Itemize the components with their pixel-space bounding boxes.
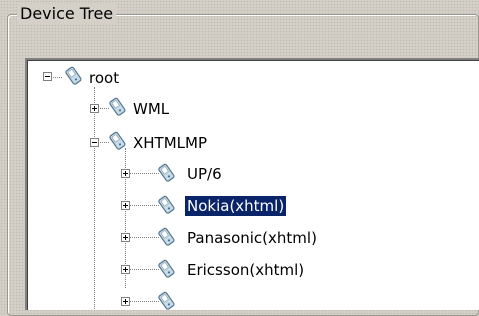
tree-node-label[interactable]: Panasonic(xhtml) xyxy=(185,228,319,248)
tree-line xyxy=(125,301,159,302)
tree-node-label[interactable]: WML xyxy=(131,99,171,119)
device-tree[interactable]: root WML XHTMLMP UP/6 Nokia(xhtml) Panas… xyxy=(25,58,479,310)
expand-toggle-icon[interactable] xyxy=(121,265,130,274)
collapse-toggle-icon[interactable] xyxy=(43,72,52,81)
expand-toggle-icon[interactable] xyxy=(121,169,130,178)
device-icon xyxy=(158,195,175,214)
device-icon xyxy=(158,227,175,246)
expand-toggle-icon[interactable] xyxy=(90,104,99,113)
expand-toggle-icon[interactable] xyxy=(121,201,130,210)
tree-node-label[interactable]: Ericsson(xhtml) xyxy=(185,260,306,280)
device-icon xyxy=(158,163,175,182)
device-icon xyxy=(158,291,175,310)
tree-line xyxy=(125,269,159,270)
tree-line xyxy=(94,87,95,310)
device-icon xyxy=(158,259,175,278)
tree-node-label-selected[interactable]: Nokia(xhtml) xyxy=(185,196,287,216)
tree-line xyxy=(125,205,159,206)
tree-node-label[interactable]: XHTMLMP xyxy=(131,133,209,153)
device-icon xyxy=(109,131,126,150)
tree-node-label[interactable]: UP/6 xyxy=(185,164,224,184)
expand-toggle-icon[interactable] xyxy=(121,297,130,306)
panel-title: Device Tree xyxy=(17,4,117,24)
device-icon xyxy=(65,66,82,85)
tree-line xyxy=(125,173,159,174)
device-icon xyxy=(109,97,126,116)
collapse-toggle-icon[interactable] xyxy=(90,138,99,147)
tree-node-label[interactable]: root xyxy=(87,68,121,88)
expand-toggle-icon[interactable] xyxy=(121,233,130,242)
tree-line xyxy=(125,237,159,238)
